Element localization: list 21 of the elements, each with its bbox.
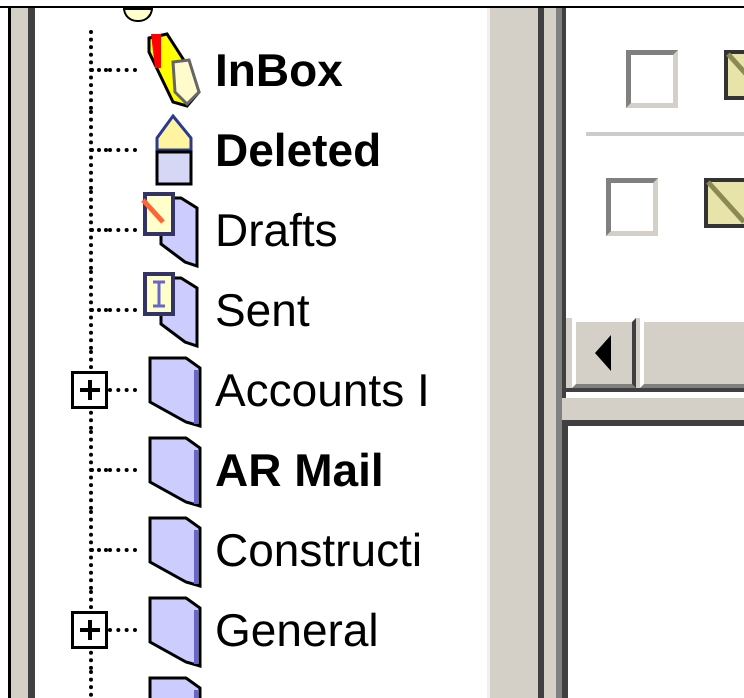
horizontal-scrollbar[interactable]	[566, 318, 744, 392]
plus-icon	[78, 619, 100, 641]
folder-label[interactable]: Drafts	[215, 207, 338, 253]
message-checkbox[interactable]	[626, 50, 678, 108]
left-arrow-icon	[595, 335, 613, 371]
folder-label[interactable]: Constructi	[215, 527, 422, 573]
scroll-left-button[interactable]	[572, 318, 636, 388]
splitter-bar[interactable]	[487, 8, 562, 698]
expand-toggle[interactable]	[71, 371, 108, 409]
inbox-tray-icon	[144, 32, 202, 108]
message-checkbox[interactable]	[606, 178, 658, 236]
folder-label[interactable]: Accounts I	[215, 367, 430, 413]
folder-label[interactable]: General	[215, 607, 379, 653]
folder-label[interactable]: Deleted	[215, 127, 382, 173]
expand-toggle[interactable]	[71, 611, 108, 649]
plus-icon	[78, 379, 100, 401]
folder-label[interactable]: InBox	[215, 47, 343, 93]
folder-label[interactable]: Sent	[215, 287, 310, 333]
envelope-icon	[704, 178, 744, 228]
scroll-thumb[interactable]	[640, 318, 744, 388]
folder-label[interactable]: AR Mail	[215, 447, 384, 493]
